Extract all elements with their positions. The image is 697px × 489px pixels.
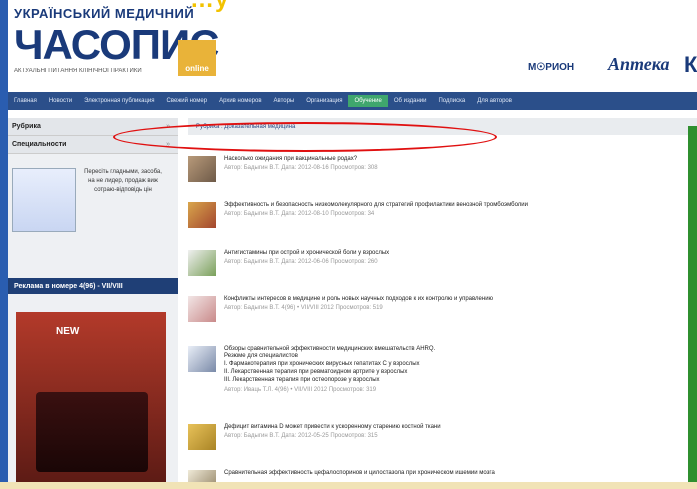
article-meta: Автор: Иваць Т.Л. 4(96) • VII/VIII 2012 … bbox=[224, 387, 377, 393]
article-thumbnail[interactable] bbox=[188, 296, 216, 322]
article-meta: Автор: Бадыгин В.Т. Дата: 2012-08-16 Про… bbox=[224, 165, 378, 171]
article-subitem[interactable]: II. Лекарственная терапия при ревматоидн… bbox=[224, 368, 435, 376]
nav-item[interactable]: Организация bbox=[300, 98, 348, 104]
nav-item-active[interactable]: Обучение bbox=[348, 95, 388, 107]
right-green-banner bbox=[688, 126, 697, 482]
nav-item[interactable]: Электронная публикация bbox=[78, 98, 160, 104]
nav-item[interactable]: Авторы bbox=[268, 98, 301, 104]
article-thumbnail[interactable] bbox=[188, 156, 216, 182]
issue-ad-heading: Реклама в номере 4(96) - VII/VIII bbox=[8, 278, 178, 294]
logo-subtitle: АКТУАЛЬНІ ПИТАННЯ КЛІНІЧНОЇ ПРАКТИКИ bbox=[14, 68, 142, 74]
article-thumbnail[interactable] bbox=[188, 346, 216, 372]
list-item[interactable]: Антигистамины при острой и хронической б… bbox=[188, 250, 389, 276]
article-subitem: Резюме для специалистов bbox=[224, 353, 298, 359]
site-header: УКРАЇНСЬКИЙ МЕДИЧНИЙ ЧАСОПИС АКТУАЛЬНІ П… bbox=[8, 0, 697, 88]
ad-text: Пересіть гладными, засоба, на не лидер, … bbox=[84, 169, 162, 193]
cover-photo bbox=[36, 392, 148, 472]
article-thumbnail[interactable] bbox=[188, 250, 216, 276]
list-item[interactable]: Эффективность и безопасность низкомолеку… bbox=[188, 202, 528, 228]
article-title[interactable]: Дефицит витамина D может привести к уско… bbox=[224, 424, 441, 430]
article-meta: Автор: Бадыгин В.Т. Дата: 2012-05-25 Про… bbox=[224, 433, 378, 439]
slide-title: …у bbox=[190, 0, 229, 14]
bottom-strip bbox=[0, 482, 697, 489]
article-thumbnail[interactable] bbox=[188, 202, 216, 228]
sidebar-specialty-label: Специальности bbox=[12, 141, 67, 148]
article-title[interactable]: Эффективность и безопасность низкомолеку… bbox=[224, 202, 528, 208]
article-thumbnail[interactable] bbox=[188, 424, 216, 450]
nav-item[interactable]: Архив номеров bbox=[213, 98, 267, 104]
logo-online-badge: online bbox=[178, 40, 216, 76]
highlight-ellipse bbox=[113, 122, 497, 152]
nav-item[interactable]: Свежий номер bbox=[161, 98, 214, 104]
article-title[interactable]: Насколько ожидания при вакцинальные рода… bbox=[224, 156, 378, 162]
article-meta: Автор: Бадыгин В.Т. Дата: 2012-06-06 Про… bbox=[224, 259, 378, 265]
partner-link-apteka[interactable]: Аптека bbox=[608, 54, 669, 75]
article-thumbnail[interactable] bbox=[188, 470, 216, 482]
list-item[interactable]: Дефицит витамина D может привести к уско… bbox=[188, 424, 441, 450]
partner-link-morion[interactable]: М☉РИОН bbox=[528, 62, 574, 73]
list-item[interactable]: Обзоры сравнительной эффективности медиц… bbox=[188, 346, 435, 393]
nav-item[interactable]: Главная bbox=[8, 98, 43, 104]
article-meta: Автор: Бадыгин В.Т. 4(96) • VII/VIII 201… bbox=[224, 305, 383, 311]
list-item[interactable]: Конфликты интересов в медицине и роль но… bbox=[188, 296, 493, 322]
partner-link-k[interactable]: К bbox=[684, 52, 697, 78]
article-subitem[interactable]: III. Лекарственная терапия при остеопоро… bbox=[224, 376, 435, 384]
sidebar-rubric-label: Рубрика bbox=[12, 123, 41, 130]
cover-title: NEW bbox=[56, 326, 80, 337]
nav-item[interactable]: Подписка bbox=[432, 98, 471, 104]
article-title[interactable]: Антигистамины при острой и хронической б… bbox=[224, 250, 389, 256]
article-title[interactable]: Сравнительная эффективность цефалоспорин… bbox=[224, 470, 495, 476]
browser-page: УКРАЇНСЬКИЙ МЕДИЧНИЙ ЧАСОПИС АКТУАЛЬНІ П… bbox=[8, 0, 697, 482]
sidebar: Рубрика » Специальности » Пересіть гладн… bbox=[8, 118, 178, 482]
article-title[interactable]: Конфликты интересов в медицине и роль но… bbox=[224, 296, 493, 302]
list-item[interactable]: Сравнительная эффективность цефалоспорин… bbox=[188, 470, 495, 482]
nav-item[interactable]: Об издании bbox=[388, 98, 433, 104]
list-item[interactable]: Насколько ожидания при вакцинальные рода… bbox=[188, 156, 378, 182]
nav-item[interactable]: Для авторов bbox=[471, 98, 518, 104]
article-meta: Автор: Бадыгин В.Т. Дата: 2012-08-10 Про… bbox=[224, 211, 375, 217]
article-subitem[interactable]: I. Фармакотерапия при хронических вирусн… bbox=[224, 360, 435, 368]
issue-cover-image[interactable]: NEW bbox=[16, 312, 166, 482]
ad-image[interactable] bbox=[12, 168, 76, 232]
nav-item[interactable]: Новости bbox=[43, 98, 78, 104]
article-list: Рубрика : Доказательная медицина Насколь… bbox=[188, 118, 697, 482]
main-nav: Главная Новости Электронная публикация С… bbox=[8, 92, 697, 110]
logo-top-text: УКРАЇНСЬКИЙ МЕДИЧНИЙ bbox=[14, 6, 195, 21]
sidebar-ad[interactable]: Пересіть гладными, засоба, на не лидер, … bbox=[8, 162, 168, 242]
